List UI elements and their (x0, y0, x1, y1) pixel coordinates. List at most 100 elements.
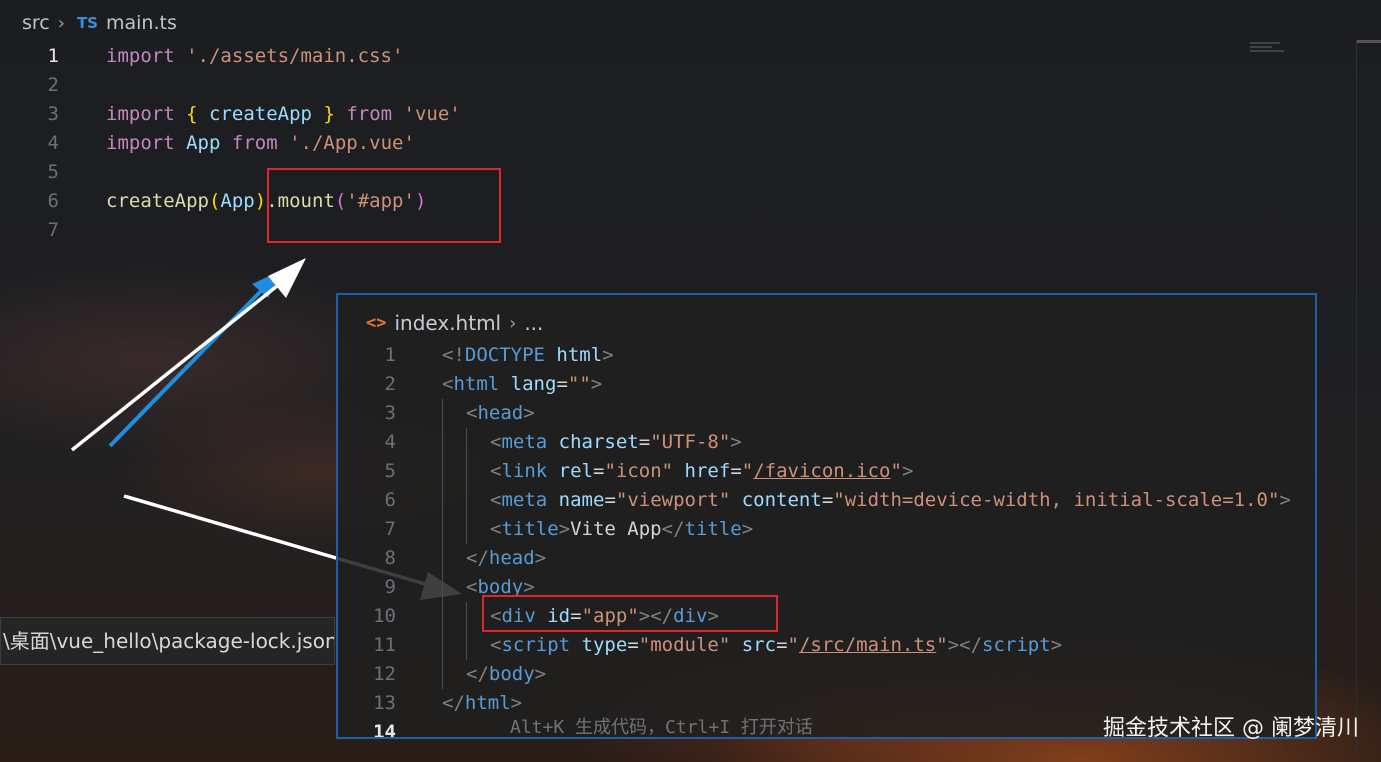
code-token: > (510, 692, 523, 714)
code-line[interactable]: 12 </body> (338, 660, 1315, 689)
code-token: > (534, 547, 547, 569)
code-token: < (466, 402, 478, 424)
indent-guide (466, 515, 467, 544)
line-code: <meta name="viewport" content="width=dev… (490, 486, 1291, 515)
code-token: html (464, 692, 511, 714)
code-token: <! (442, 344, 465, 366)
code-token: meta (501, 431, 548, 453)
code-token: = (627, 634, 639, 656)
code-token: > (1050, 634, 1063, 656)
code-line[interactable]: 11 <script type="module" src="/src/main.t… (338, 631, 1315, 660)
code-line[interactable]: 6 <meta name="viewport" content="width=de… (338, 486, 1315, 515)
code-token: </ (661, 518, 685, 540)
code-token: > (523, 402, 535, 424)
chevron-right-icon: › (509, 312, 517, 334)
code-line[interactable]: 7 <title>Vite App</title> (338, 515, 1315, 544)
line-number: 3 (384, 402, 396, 424)
code-token: = (556, 373, 568, 395)
code-token: html (453, 373, 500, 395)
indent-guide (466, 457, 467, 486)
code-token: meta (501, 489, 548, 511)
code-token: = (776, 634, 788, 656)
code-token: title (684, 518, 742, 540)
html-file-icon: <> (366, 313, 387, 333)
code-token: DOCTYPE (464, 344, 545, 366)
code-token: = (593, 460, 605, 482)
code-token: = (638, 431, 651, 453)
code-token: head (477, 402, 524, 424)
code-token: > (602, 344, 614, 366)
code-token: < (490, 431, 502, 453)
code-token: name (558, 489, 605, 511)
line-number: 2 (384, 373, 396, 395)
line-number: 11 (373, 634, 396, 656)
indent-guide (466, 486, 467, 515)
code-line[interactable]: 5 <link rel="icon" href="/favicon.ico"> (338, 457, 1315, 486)
code-token: = (604, 489, 616, 511)
indent-guide (442, 631, 443, 660)
line-number: 9 (384, 576, 396, 598)
code-token: "icon" (604, 460, 674, 482)
line-number: 13 (373, 692, 396, 714)
code-token: " (936, 634, 948, 656)
code-line[interactable]: 3 <head> (338, 399, 1315, 428)
code-line[interactable]: 1 <!DOCTYPE html> (338, 341, 1315, 370)
code-line[interactable]: 8 </head> (338, 544, 1315, 573)
line-code: <!DOCTYPE html> (442, 341, 614, 370)
line-number: 6 (384, 489, 396, 511)
line-number: 10 (373, 605, 396, 627)
line-number: 5 (384, 460, 396, 482)
line-code: <title>Vite App</title> (490, 515, 753, 544)
blue-arrow (108, 270, 282, 448)
indent-guide (442, 399, 443, 428)
code-token: "" (567, 373, 591, 395)
code-token: type (581, 634, 628, 656)
code-token: < (490, 518, 502, 540)
code-token: Vite App (570, 518, 662, 540)
index-html-editor-panel[interactable]: <> index.html › ... 1 <!DOCTYPE html> 2 <ht… (336, 293, 1317, 739)
code-token: /src/main.ts (798, 634, 937, 656)
line-code: <head> (466, 399, 535, 428)
line-code: </body> (466, 660, 546, 689)
line-code: <meta charset="UTF-8"> (490, 428, 742, 457)
code-line[interactable]: 4 <meta charset="UTF-8"> (338, 428, 1315, 457)
code-token: </ (466, 547, 489, 569)
code-token: > (590, 373, 603, 395)
code-token: " (741, 460, 754, 482)
indent-guide (442, 660, 443, 689)
code-token: " (787, 634, 799, 656)
line-code: </head> (466, 544, 546, 573)
indent-guide (442, 428, 443, 457)
code-token: > (730, 431, 742, 453)
code-token: < (490, 634, 502, 656)
code-token: charset (558, 431, 639, 453)
code-token: " (890, 460, 902, 482)
code-token: </ (442, 692, 465, 714)
code-line[interactable]: 2 <html lang=""> (338, 370, 1315, 399)
indent-guide (442, 544, 443, 573)
breadcrumb-more[interactable]: ... (524, 311, 543, 335)
code-token: < (490, 489, 502, 511)
code-token: "UTF-8" (650, 431, 731, 453)
code-token: > (558, 518, 571, 540)
line-code: <html lang=""> (442, 370, 602, 399)
indent-guide (466, 602, 467, 631)
code-token: > (741, 518, 754, 540)
code-token: = (730, 460, 742, 482)
file-path-tooltip: \桌面\vue_hello\package-lock.json (0, 617, 335, 665)
code-token: < (490, 460, 502, 482)
line-number: 1 (384, 344, 396, 366)
breadcrumb-index: <> index.html › ... (366, 309, 543, 337)
code-token: title (501, 518, 559, 540)
line-number: 7 (384, 518, 396, 540)
breadcrumb-file-index[interactable]: index.html (394, 311, 501, 335)
code-token: < (466, 576, 478, 598)
code-token: body (488, 663, 535, 685)
